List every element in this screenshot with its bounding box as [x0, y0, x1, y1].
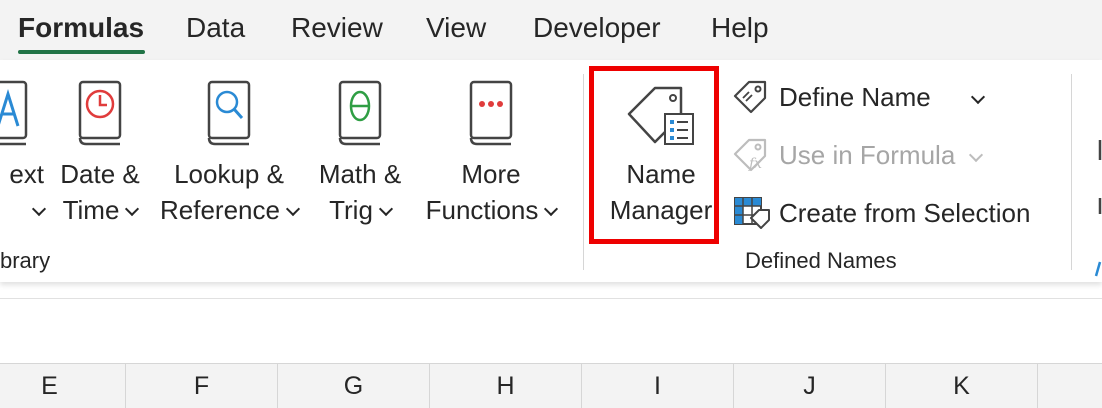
active-tab-indicator	[18, 50, 145, 54]
date-time-label-line2: Time	[62, 195, 120, 225]
group-divider	[583, 74, 584, 270]
use-in-formula-button[interactable]: fx Use in Formula	[733, 136, 984, 180]
create-from-selection-button[interactable]: Create from Selection	[733, 194, 1043, 238]
more-functions-label-line2: Functions	[425, 195, 539, 225]
date-time-label-line1: Date &	[60, 159, 140, 189]
chevron-down-icon	[285, 201, 301, 217]
column-header-k[interactable]: K	[886, 364, 1038, 408]
column-header-e[interactable]: E	[0, 364, 126, 408]
magnifier-book-icon	[205, 80, 253, 151]
chevron-down-icon	[125, 201, 140, 217]
tab-formulas[interactable]: Formulas	[18, 12, 144, 44]
more-functions-button[interactable]: More Functions	[418, 60, 564, 250]
function-library-group-label: brary	[0, 248, 51, 273]
tab-data[interactable]: Data	[186, 12, 245, 44]
text-functions-label: ext	[9, 159, 44, 189]
column-header-h[interactable]: H	[430, 364, 582, 408]
svg-text:fx: fx	[748, 156, 762, 172]
chevron-down-icon	[31, 201, 47, 217]
name-manager-highlight	[589, 66, 719, 244]
column-header-row: E F G H I J K	[0, 363, 1102, 408]
lookup-reference-button[interactable]: Lookup & Reference	[156, 60, 302, 250]
defined-names-group-label: Defined Names	[745, 248, 897, 273]
ribbon: ext Date & Time Lookup & Reference Math …	[0, 60, 1102, 282]
define-name-label: Define Name	[779, 82, 931, 112]
dots-book-icon	[467, 80, 515, 151]
tab-review[interactable]: Review	[291, 12, 383, 44]
table-tag-icon	[733, 194, 771, 235]
ribbon-panel: ext Date & Time Lookup & Reference Math …	[0, 60, 1102, 282]
use-in-formula-label: Use in Formula	[779, 140, 956, 170]
chevron-down-icon[interactable]	[970, 89, 986, 105]
tab-help[interactable]: Help	[711, 12, 769, 44]
lookup-reference-label-line1: Lookup &	[174, 159, 284, 189]
text-book-icon	[0, 80, 32, 151]
chevron-down-icon	[544, 201, 559, 217]
column-header-j[interactable]: J	[734, 364, 886, 408]
clock-book-icon	[76, 80, 124, 151]
tag-icon	[733, 78, 769, 119]
group-divider	[1071, 74, 1072, 270]
theta-book-icon	[336, 80, 384, 151]
chevron-down-icon	[378, 201, 393, 217]
math-trig-label-line2: Trig	[329, 195, 373, 225]
column-header-f[interactable]: F	[126, 364, 278, 408]
column-header-g[interactable]: G	[278, 364, 430, 408]
text-functions-button[interactable]: ext	[0, 60, 47, 250]
create-from-selection-label: Create from Selection	[779, 198, 1031, 228]
lookup-reference-label-line2: Reference	[160, 195, 280, 225]
chevron-down-icon	[968, 147, 984, 163]
column-header-i[interactable]: I	[582, 364, 734, 408]
formula-bar[interactable]	[0, 298, 1102, 349]
tab-view[interactable]: View	[426, 12, 486, 44]
ribbon-tab-bar: Formulas Data Review View Developer Help	[0, 0, 1102, 60]
math-trig-button[interactable]: Math & Trig	[310, 60, 410, 250]
define-name-button[interactable]: Define Name	[733, 78, 986, 122]
tag-fx-icon: fx	[733, 136, 769, 177]
tab-developer[interactable]: Developer	[533, 12, 661, 44]
date-time-button[interactable]: Date & Time	[52, 60, 148, 250]
math-trig-label-line1: Math &	[318, 159, 402, 189]
more-functions-label-line1: More	[461, 159, 521, 189]
